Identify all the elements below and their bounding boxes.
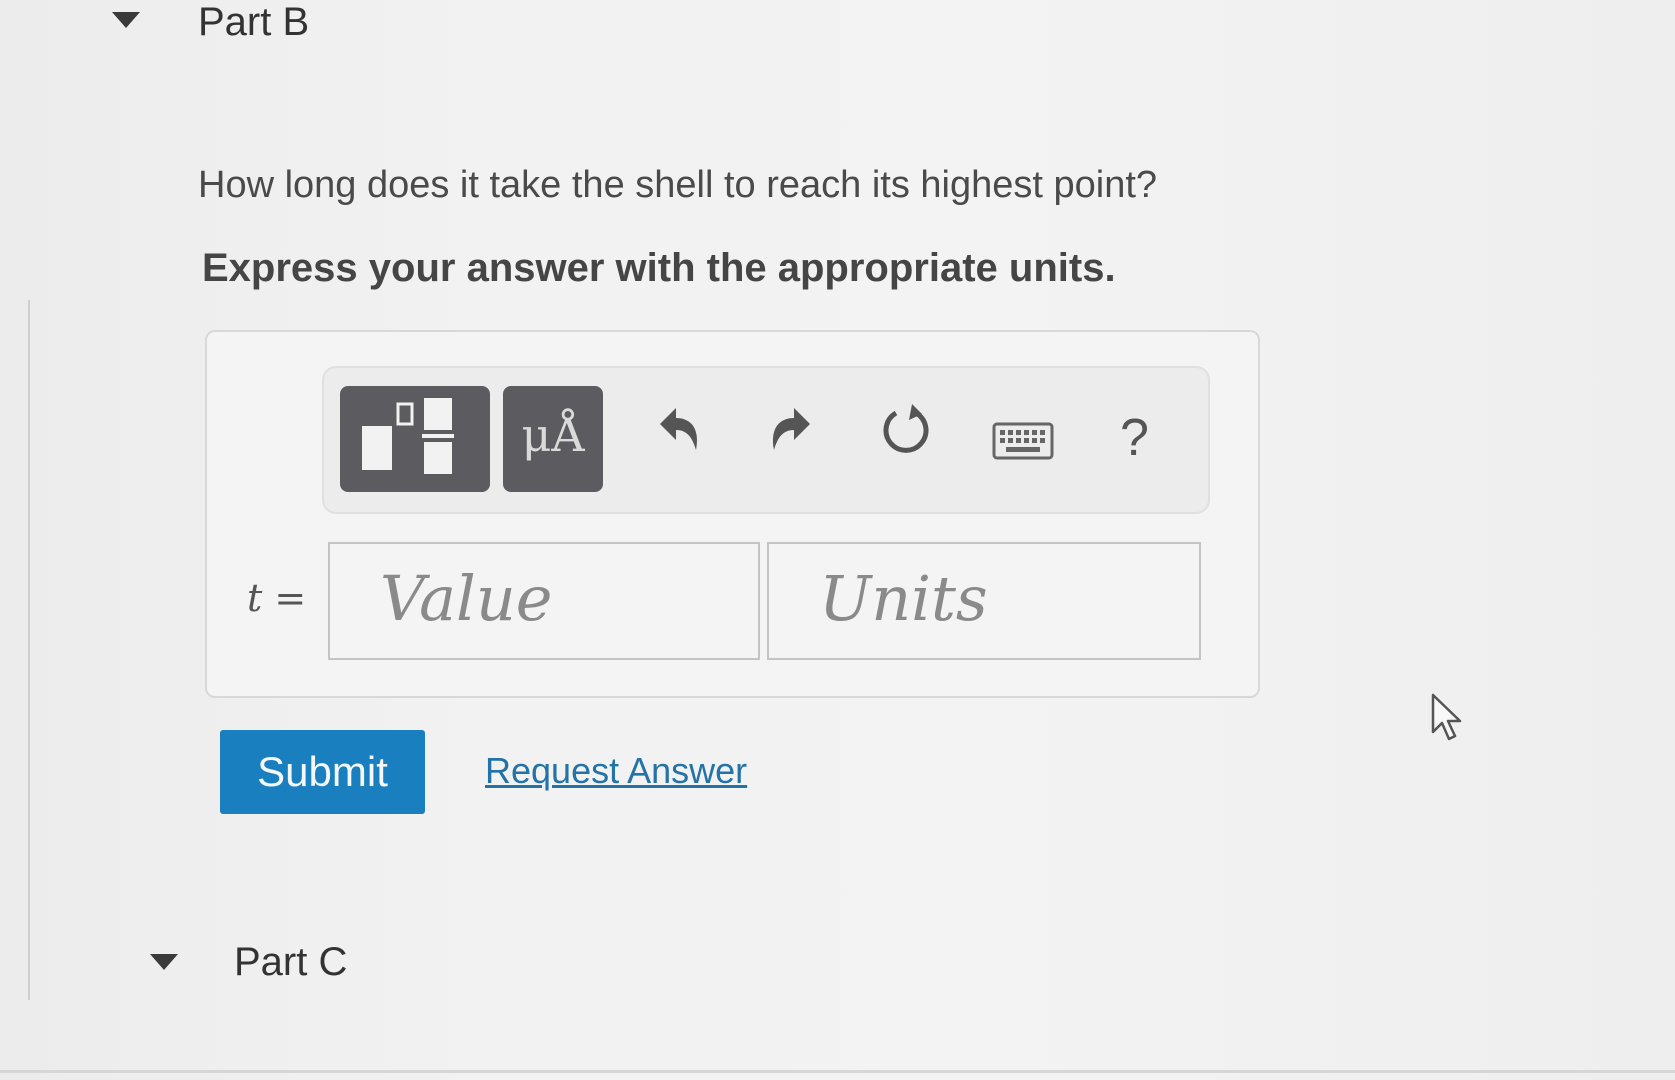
keyboard-icon[interactable]	[992, 422, 1054, 462]
symbols-label: μÅ	[521, 408, 585, 462]
reset-icon[interactable]	[876, 400, 936, 460]
part-b-collapse-caret-icon[interactable]	[112, 12, 140, 28]
units-input[interactable]: Units	[767, 542, 1201, 660]
help-button[interactable]: ?	[1120, 408, 1149, 468]
undo-icon[interactable]	[648, 400, 708, 460]
instruction-text: Express your answer with the appropriate…	[202, 246, 1116, 290]
part-b-title: Part B	[198, 0, 310, 44]
symbols-button[interactable]: μÅ	[503, 386, 603, 492]
redo-icon[interactable]	[762, 400, 822, 460]
request-answer-link[interactable]: Request Answer	[485, 750, 747, 792]
value-input[interactable]: Value	[328, 542, 760, 660]
part-c-collapse-caret-icon[interactable]	[150, 954, 178, 970]
question-text: How long does it take the shell to reach…	[198, 164, 1158, 206]
equals-sign: =	[274, 576, 307, 620]
left-border-line	[28, 300, 30, 1000]
part-c-title: Part C	[234, 940, 348, 984]
variable-name: t	[247, 576, 263, 620]
submit-button[interactable]: Submit	[220, 730, 425, 814]
mouse-pointer-icon	[1431, 693, 1462, 741]
templates-button[interactable]	[340, 386, 490, 492]
fraction-template-icon	[362, 398, 454, 474]
variable-label: t =	[247, 576, 306, 620]
bottom-border-line	[0, 1070, 1675, 1073]
